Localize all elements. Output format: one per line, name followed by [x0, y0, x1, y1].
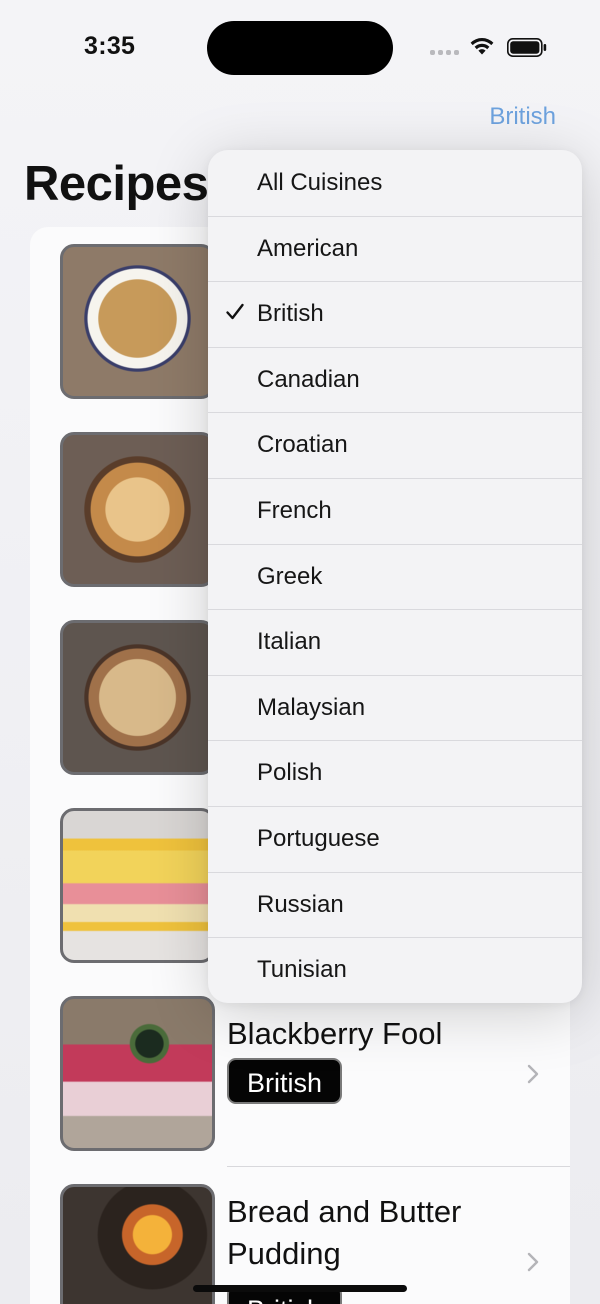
dynamic-island [207, 21, 393, 75]
recipe-thumbnail [60, 432, 215, 587]
menu-item-french[interactable]: French [208, 478, 582, 544]
menu-item-label: Portuguese [257, 825, 380, 852]
menu-item-label: Greek [257, 562, 323, 590]
home-indicator[interactable] [193, 1285, 407, 1292]
checkmark-icon [226, 303, 244, 320]
menu-item-russian[interactable]: Russian [208, 872, 582, 938]
page-title: Recipes [24, 157, 209, 211]
wifi-icon [470, 38, 494, 55]
menu-item-label: Canadian [257, 365, 360, 393]
recipe-row[interactable]: Blackberry Fool British [30, 979, 570, 1167]
menu-item-greek[interactable]: Greek [208, 544, 582, 610]
recipe-thumbnail [60, 996, 215, 1151]
menu-item-american[interactable]: American [208, 216, 582, 282]
menu-item-all-cuisines[interactable]: All Cuisines [208, 150, 582, 216]
menu-item-label: Tunisian [257, 956, 347, 984]
cuisine-filter-button[interactable]: British [489, 103, 556, 131]
status-time: 3:35 [84, 32, 136, 60]
menu-item-label: Polish [257, 759, 323, 787]
recipe-thumbnail [60, 808, 215, 963]
chevron-right-icon [527, 1064, 539, 1084]
recipe-thumbnail [60, 620, 215, 775]
cuisine-menu: All Cuisines American British Canadian Croat… [208, 150, 582, 1003]
menu-item-canadian[interactable]: Canadian [208, 347, 582, 413]
menu-item-label: Russian [257, 890, 344, 918]
menu-item-portuguese[interactable]: Portuguese [208, 806, 582, 872]
recipe-title: Bread and Butter Pudding [227, 1194, 462, 1271]
menu-item-label: American [257, 234, 359, 262]
menu-item-label: Malaysian [257, 693, 366, 721]
cellular-signal-icon [430, 50, 460, 56]
battery-icon [507, 38, 547, 57]
menu-item-label: All Cuisines [257, 169, 383, 196]
recipe-row[interactable]: Bread and Butter PuddingBritish [30, 1167, 570, 1304]
recipe-thumbnail [60, 244, 215, 399]
menu-item-tunisian[interactable]: Tunisian [208, 937, 582, 1003]
menu-item-label: British [257, 300, 324, 328]
menu-item-british[interactable]: British [208, 281, 582, 347]
chevron-right-icon [527, 1252, 539, 1272]
menu-item-label: French [257, 497, 332, 524]
screen: 3:35 British Recipes Blackberry Fool Brit… [0, 0, 600, 1304]
recipe-thumbnail [60, 1184, 215, 1304]
menu-item-label: Italian [257, 628, 322, 656]
recipe-title: Blackberry Fool [227, 1016, 443, 1051]
menu-item-polish[interactable]: Polish [208, 740, 582, 806]
menu-item-label: Croatian [257, 431, 348, 459]
menu-item-italian[interactable]: Italian [208, 609, 582, 675]
cuisine-badge: British [227, 1058, 343, 1104]
menu-item-malaysian[interactable]: Malaysian [208, 675, 582, 741]
menu-item-croatian[interactable]: Croatian [208, 412, 582, 478]
